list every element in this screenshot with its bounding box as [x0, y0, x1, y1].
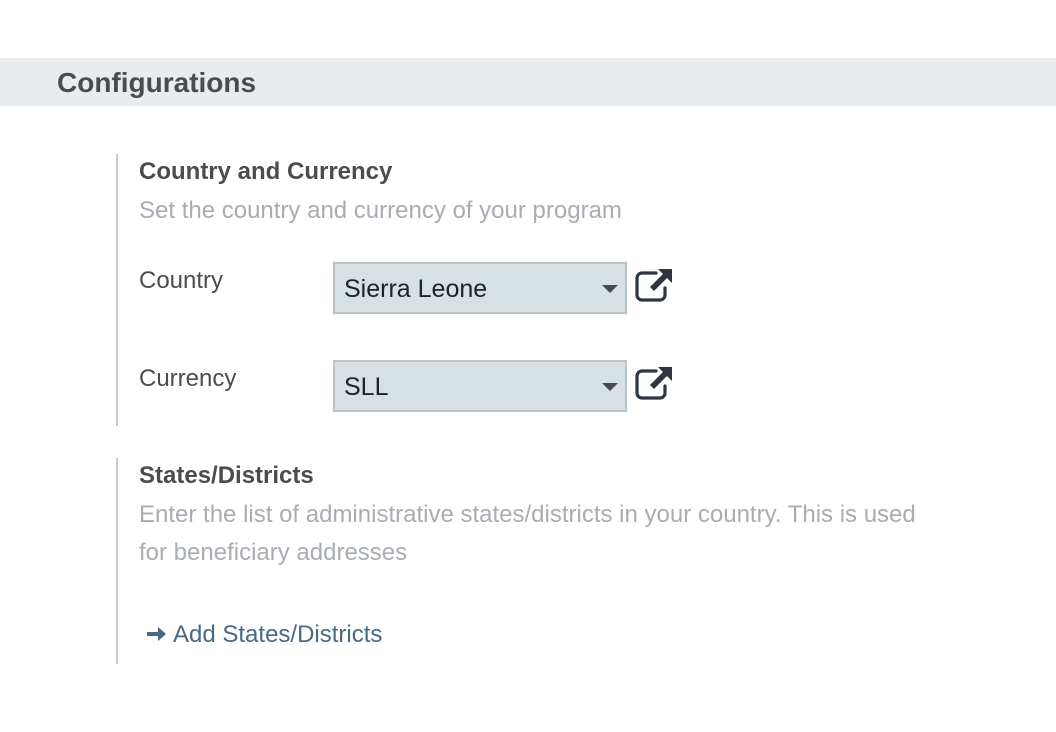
external-link-icon[interactable] [634, 366, 674, 400]
country-select-value: Sierra Leone [344, 275, 488, 303]
external-link-icon[interactable] [634, 268, 674, 302]
section-title: Configurations [57, 67, 257, 98]
setting-description: Set the country and currency of your pro… [139, 197, 622, 224]
setting-description: Enter the list of administrative states/… [139, 501, 916, 566]
add-states-districts-link[interactable]: Add States/Districts [145, 620, 382, 650]
chevron-down-icon [602, 285, 618, 293]
add-states-districts-label: Add States/Districts [173, 621, 383, 648]
currency-select-value: SLL [344, 373, 389, 401]
configuration-page: Configurations Country and Currency Set … [0, 0, 1056, 732]
country-label: Country [139, 267, 224, 294]
currency-label: Currency [139, 365, 237, 392]
chevron-down-icon [602, 383, 618, 391]
arrow-right-icon [147, 627, 166, 641]
country-select[interactable]: Sierra Leone [333, 262, 627, 314]
setting-title: Country and Currency [139, 158, 393, 185]
country-currency-setting: Country and Currency Set the country and… [116, 154, 978, 426]
currency-select[interactable]: SLL [333, 360, 627, 412]
states-districts-setting: States/Districts Enter the list of admin… [116, 458, 978, 664]
setting-title: States/Districts [139, 462, 314, 489]
